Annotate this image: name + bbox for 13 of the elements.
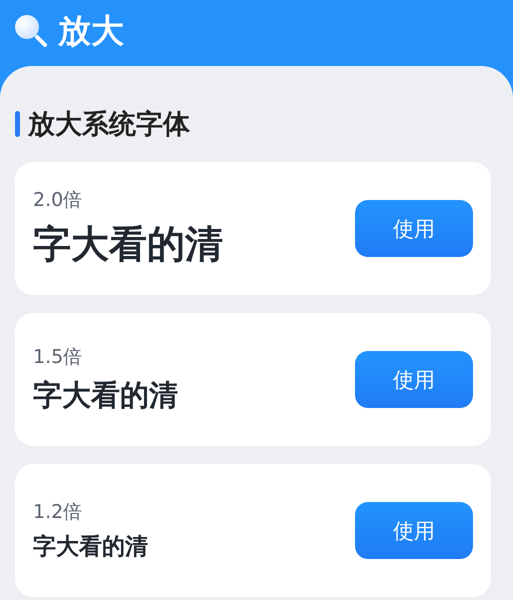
sample-text: 字大看的清 <box>33 376 178 414</box>
section-marker <box>15 111 20 137</box>
page-title: 放大 <box>58 10 124 52</box>
scale-label: 1.5倍 <box>33 344 84 370</box>
use-button[interactable]: 使用 <box>355 502 473 559</box>
scale-label: 2.0倍 <box>33 188 84 213</box>
use-button[interactable]: 使用 <box>355 351 473 408</box>
use-button[interactable]: 使用 <box>355 200 473 257</box>
section-title: 放大系统字体 <box>28 108 190 142</box>
sample-text: 字大看的清 <box>33 533 148 562</box>
sample-text: 字大看的清 <box>33 221 223 268</box>
magnifier-icon <box>14 14 48 48</box>
scale-label: 1.2倍 <box>33 500 84 525</box>
